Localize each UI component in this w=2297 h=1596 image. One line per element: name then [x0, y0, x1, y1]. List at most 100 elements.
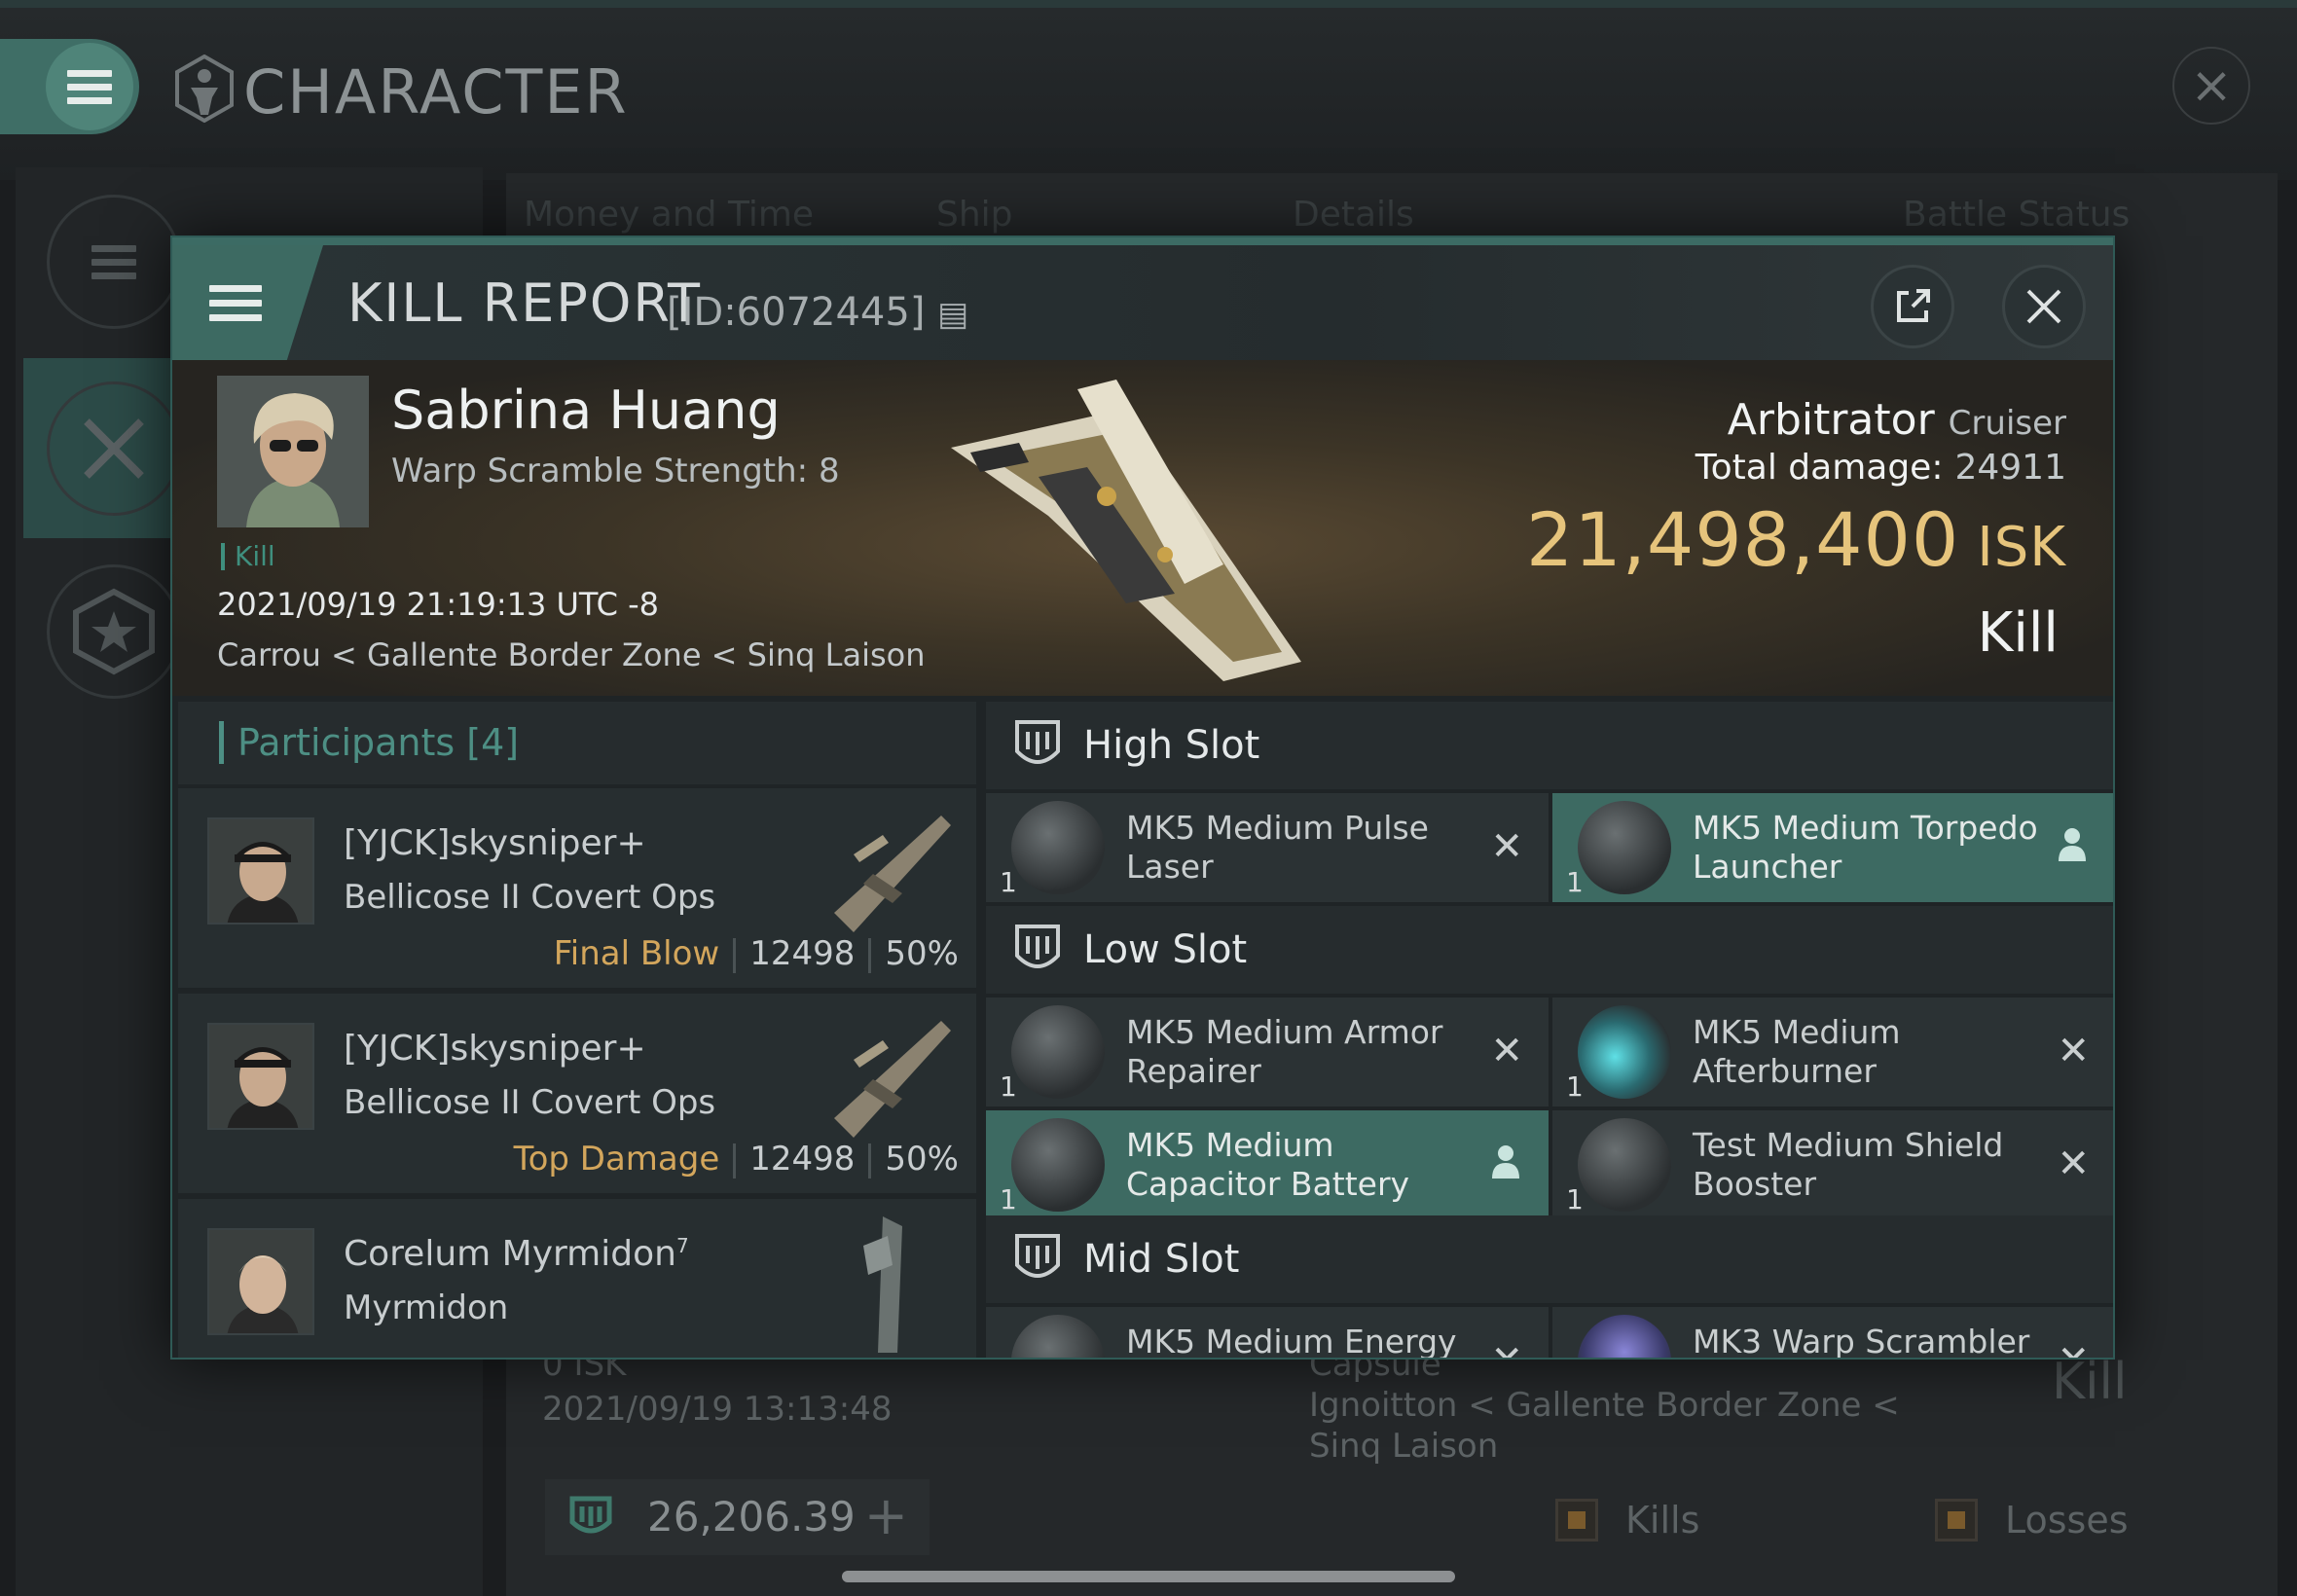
participant-ship-render [834, 1021, 951, 1138]
crossed-swords-icon[interactable] [47, 381, 181, 516]
module-qty: 1 [1566, 1183, 1584, 1215]
losses-legend-label: Losses [2005, 1499, 2129, 1542]
kill-id[interactable]: [ID:6072445] ▤ [667, 290, 968, 335]
module-qty: 1 [1000, 1183, 1017, 1215]
close-icon [2026, 289, 2061, 324]
victim-name[interactable]: Sabrina Huang [391, 380, 781, 441]
close-icon[interactable]: ✕ [2057, 1142, 2090, 1186]
row-location-2: Sinq Laison [1309, 1427, 1499, 1466]
victim-subtitle: Warp Scramble Strength: 8 [391, 452, 840, 490]
isk-value: 21,498,400 ISK [1526, 496, 2066, 583]
close-icon[interactable]: ✕ [1490, 1029, 1523, 1073]
close-character-button[interactable]: × [2172, 47, 2250, 125]
victim-portrait[interactable] [217, 376, 369, 527]
wallet-icon [569, 1496, 612, 1534]
person-icon[interactable] [2055, 824, 2090, 863]
participant-percent: 50% [885, 934, 959, 973]
module-item[interactable]: 1 MK5 Medium Pulse Laser ✕ [986, 793, 1549, 902]
column-ship[interactable]: Ship [936, 195, 1013, 235]
column-details[interactable]: Details [1293, 195, 1414, 235]
module-name: MK5 Medium Afterburner [1693, 1013, 1901, 1090]
page-title: CHARACTER [243, 56, 629, 127]
module-item[interactable]: 1 MK5 Medium Torpedo Launcher [1552, 793, 2113, 902]
module-item[interactable]: 1 MK5 Medium Capacitor Battery [986, 1110, 1549, 1219]
close-icon[interactable]: ✕ [1490, 1338, 1523, 1358]
result-label: Kill [1977, 601, 2059, 665]
low-slot-label: Low Slot [1083, 927, 1248, 972]
isk-unit: ISK [1977, 516, 2066, 579]
kills-legend-box[interactable] [1555, 1499, 1598, 1542]
high-slot-label: High Slot [1083, 723, 1260, 768]
participant-ship-render [863, 1216, 902, 1353]
ship-class: Cruiser [1948, 404, 2066, 443]
losses-legend-box[interactable] [1935, 1499, 1978, 1542]
victim-banner: Sabrina Huang Warp Scramble Strength: 8 … [172, 360, 2113, 696]
kills-legend-label: Kills [1625, 1499, 1700, 1542]
participant-role: Final Blow [553, 934, 720, 973]
participant-stats: Top Damage 12498 50% [514, 1140, 959, 1179]
share-button[interactable] [1871, 265, 1954, 348]
ship-name-label: Arbitrator [1727, 395, 1935, 445]
modal-header: KILL REPORT [ID:6072445] ▤ [172, 237, 2113, 360]
hamburger-icon [67, 63, 112, 111]
person-icon[interactable] [1488, 1142, 1523, 1180]
add-funds-button[interactable]: + [864, 1485, 908, 1546]
wallet-bar: 26,206.39 + [545, 1479, 930, 1555]
close-icon[interactable]: ✕ [1490, 824, 1523, 869]
high-slot-header: High Slot [986, 702, 2113, 789]
ship-name[interactable]: Arbitrator Cruiser [1728, 395, 2066, 445]
module-item[interactable]: MK5 Medium Energy ✕ [986, 1307, 1549, 1360]
afterburner-icon [1578, 1005, 1671, 1099]
share-icon [1897, 289, 1930, 322]
home-indicator [842, 1571, 1455, 1582]
participant-ship: Myrmidon [344, 1288, 509, 1327]
module-name: MK5 Medium Energy [1126, 1323, 1457, 1360]
module-item[interactable]: 1 MK5 Medium Armor Repairer ✕ [986, 998, 1549, 1106]
column-battle-status[interactable]: Battle Status [1903, 195, 2130, 235]
kill-report-modal: KILL REPORT [ID:6072445] ▤ Sabrina Huang… [170, 236, 2115, 1360]
shield-slot-icon [1015, 720, 1060, 764]
participant-row[interactable]: [YJCK]skysniper+ Bellicose II Covert Ops… [178, 788, 976, 991]
avatar [207, 1228, 314, 1335]
module-item[interactable]: 1 MK5 Medium Afterburner ✕ [1552, 998, 2113, 1106]
participant-role: Top Damage [513, 1140, 720, 1179]
module-item[interactable]: 1 Test Medium Shield Booster ✕ [1552, 1110, 2113, 1219]
participant-name-text: Corelum Myrmidon [344, 1234, 676, 1274]
copy-icon[interactable]: ▤ [937, 295, 968, 334]
shield-booster-icon [1578, 1118, 1671, 1212]
column-money-and-time[interactable]: Money and Time [524, 195, 814, 235]
module-name: MK3 Warp Scrambler [1693, 1323, 2030, 1360]
modal-title: KILL REPORT [347, 272, 702, 334]
participant-damage: 12498 [749, 1140, 856, 1179]
module-name: Test Medium Shield Booster [1693, 1126, 2004, 1203]
participant-name-sup: 7 [675, 1234, 689, 1257]
close-icon[interactable]: ✕ [2057, 1338, 2090, 1358]
modal-menu-button[interactable] [172, 245, 323, 360]
module-name: MK5 Medium Torpedo Launcher [1693, 809, 2038, 886]
participant-row[interactable]: [YJCK]skysniper+ Bellicose II Covert Ops… [178, 994, 976, 1196]
kill-tag: Kill [221, 543, 275, 570]
participant-percent: 50% [885, 1140, 959, 1179]
module-item[interactable]: MK3 Warp Scrambler ✕ [1552, 1307, 2113, 1360]
row-result: Kill [2052, 1353, 2128, 1411]
avatar [207, 817, 314, 925]
participants-label: Participants [4] [219, 721, 519, 764]
shield-slot-icon [1015, 1234, 1060, 1278]
mid-slot-label: Mid Slot [1083, 1237, 1240, 1282]
participant-name: [YJCK]skysniper+ [344, 1029, 646, 1069]
sidebar-menu-icon[interactable] [47, 195, 181, 329]
main-menu-button[interactable] [0, 39, 139, 134]
character-icon [175, 54, 234, 123]
module-qty: 1 [1000, 1070, 1017, 1103]
participant-row[interactable]: Corelum Myrmidon7 Myrmidon [178, 1199, 976, 1358]
close-modal-button[interactable] [2002, 265, 2086, 348]
low-slot-header: Low Slot [986, 906, 2113, 994]
torpedo-launcher-icon [1578, 801, 1671, 894]
kill-location: Carrou < Gallente Border Zone < Sinq Lai… [217, 636, 926, 673]
module-name: MK5 Medium Capacitor Battery [1126, 1126, 1410, 1203]
star-badge-icon[interactable] [47, 564, 181, 699]
close-icon[interactable]: ✕ [2057, 1029, 2090, 1073]
avatar [207, 1023, 314, 1130]
shield-slot-icon [1015, 925, 1060, 968]
energy-module-icon [1011, 1315, 1105, 1358]
